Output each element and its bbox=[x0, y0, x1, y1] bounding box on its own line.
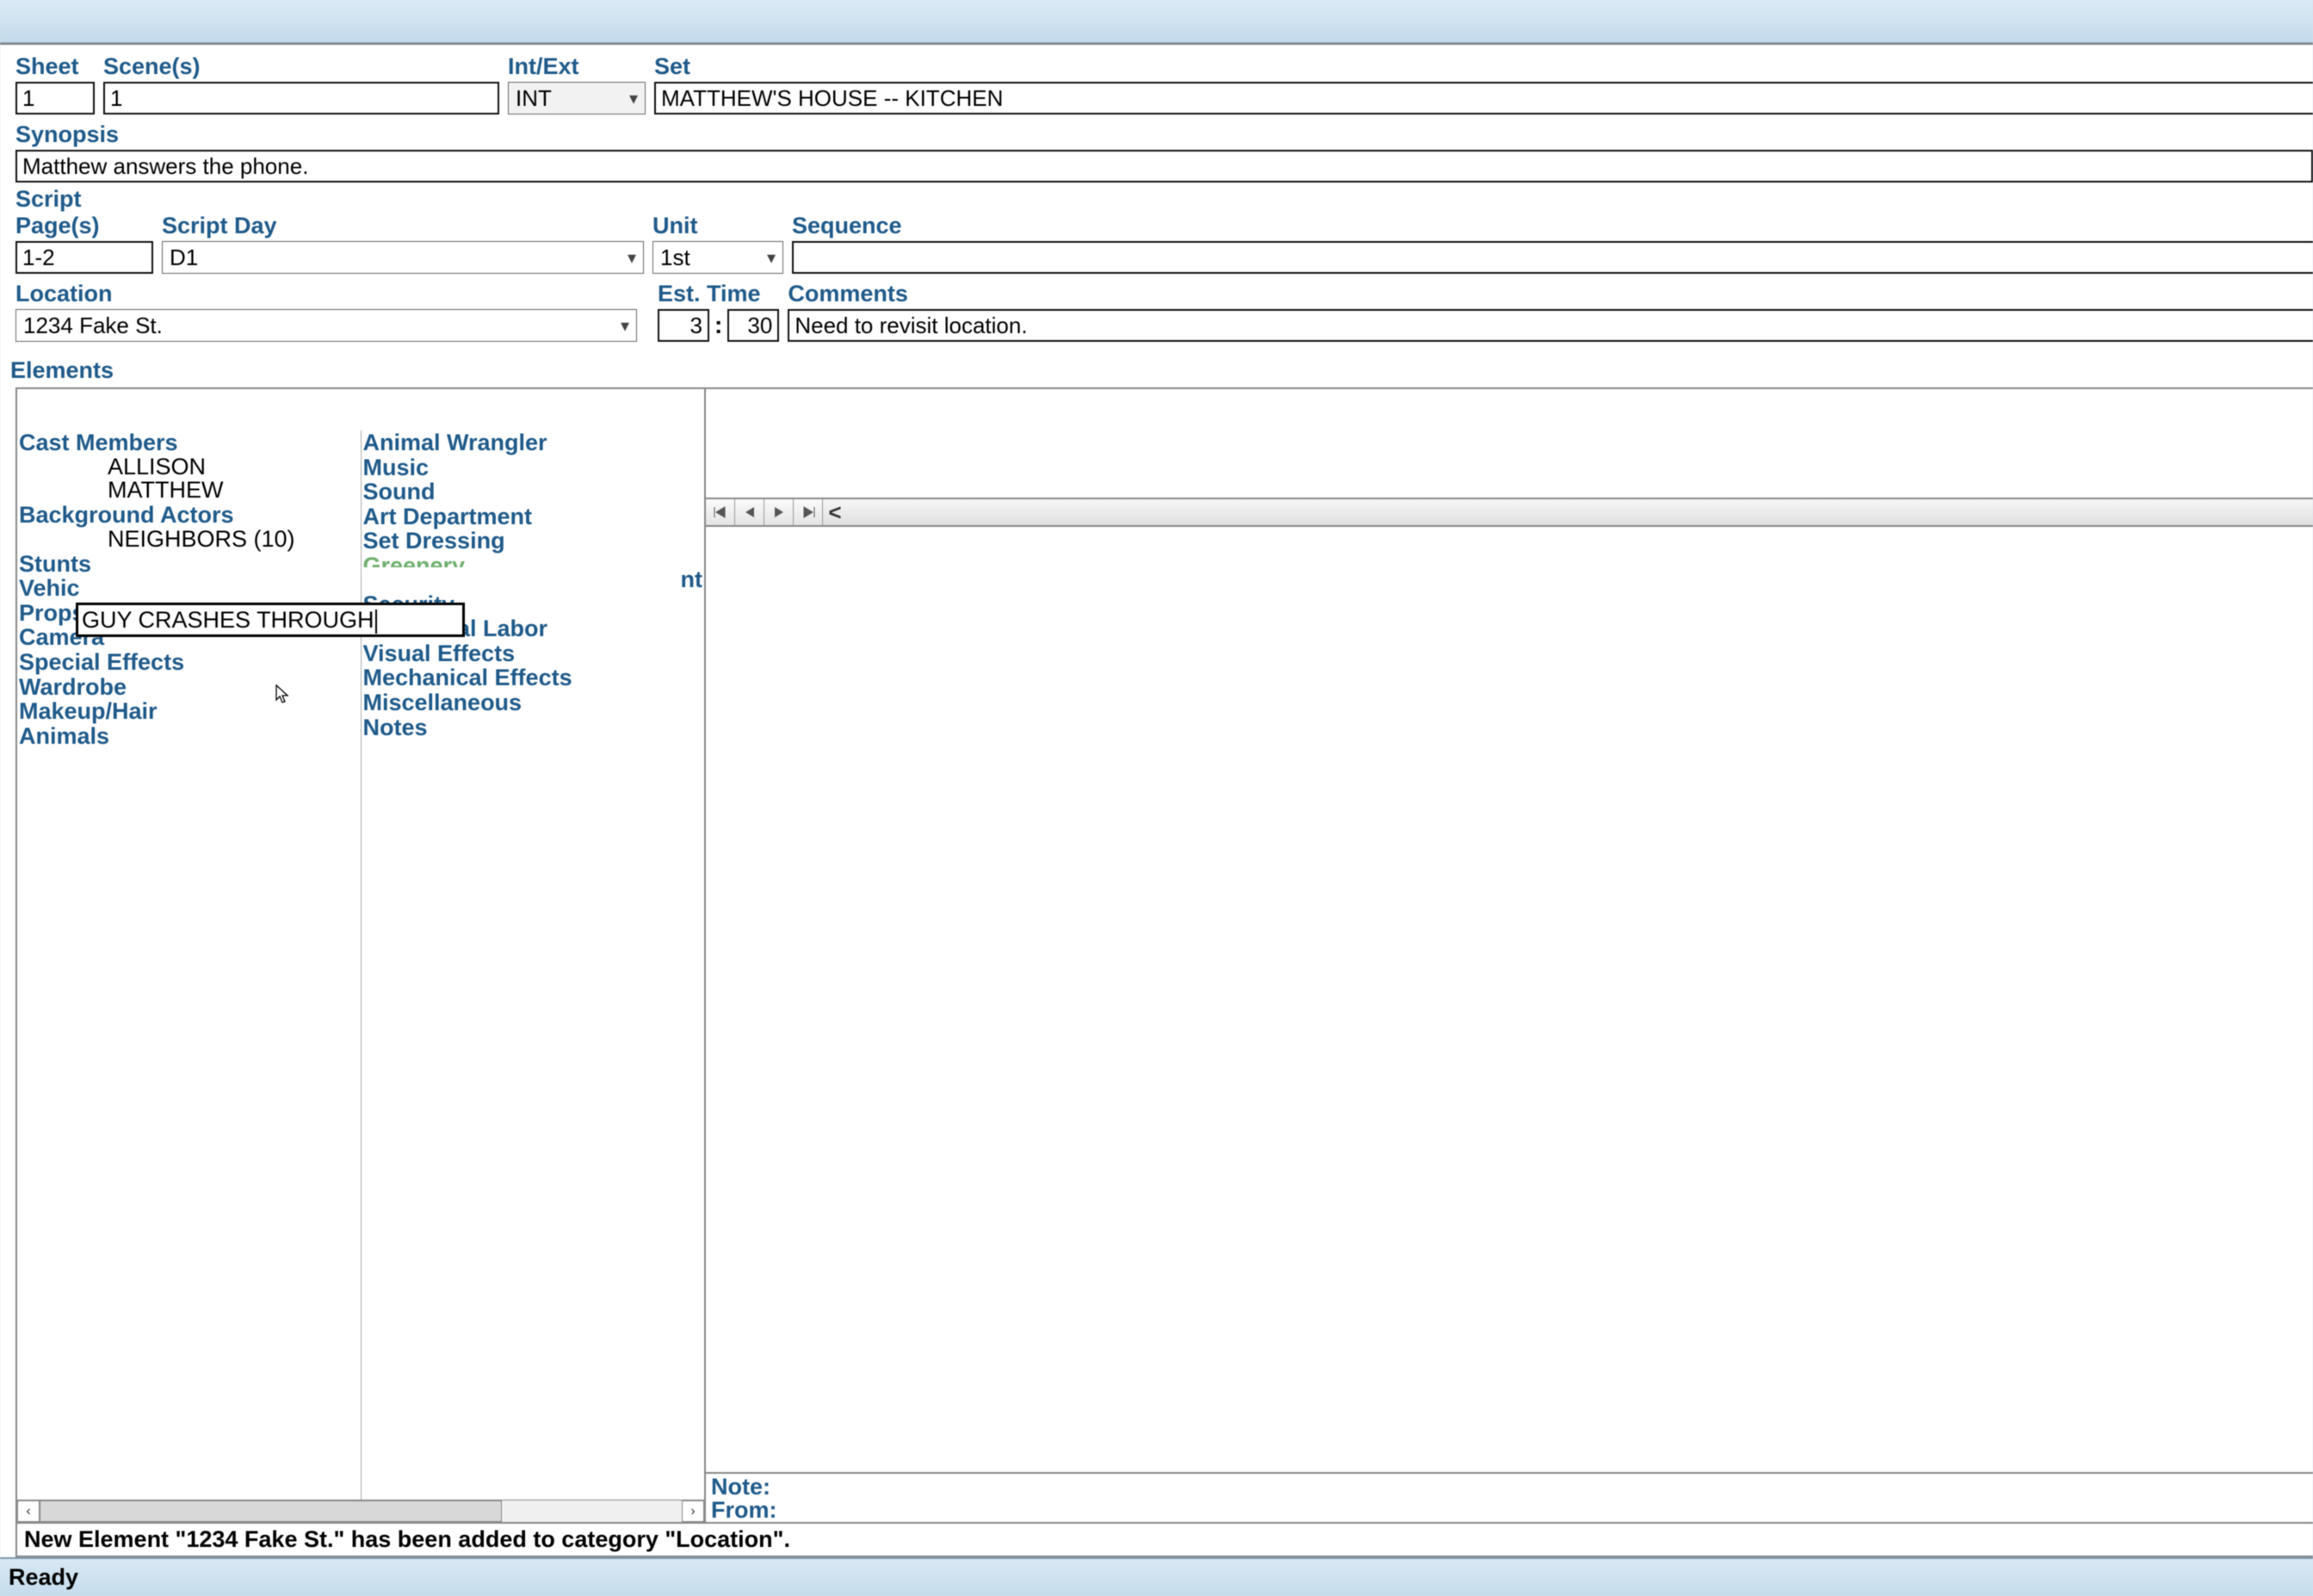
unit-value: 1st bbox=[660, 244, 690, 271]
nav-collapse-icon[interactable]: < bbox=[823, 499, 847, 525]
scroll-right-button[interactable]: › bbox=[682, 1500, 704, 1522]
script-pages-input[interactable] bbox=[15, 241, 153, 274]
location-select[interactable]: 1234 Fake St. ▾ bbox=[15, 309, 637, 342]
message-bar: New Element "1234 Fake St." has been add… bbox=[15, 1522, 2313, 1557]
note-label: Note: bbox=[711, 1475, 2308, 1499]
sheet-label: Sheet bbox=[15, 53, 95, 82]
set-label: Set bbox=[654, 53, 2313, 82]
time-colon: : bbox=[714, 312, 722, 339]
categories-panel: Cast MembersALLISONMATTHEWBackground Act… bbox=[17, 389, 706, 1522]
category-item[interactable]: NEIGHBORS (10) bbox=[17, 528, 361, 552]
category-header[interactable]: Animal Wrangler bbox=[362, 430, 705, 455]
unit-select[interactable]: 1st ▾ bbox=[652, 241, 783, 274]
category-header[interactable]: Wardrobe bbox=[17, 675, 361, 700]
text-caret-icon bbox=[375, 609, 377, 634]
category-item[interactable]: MATTHEW bbox=[17, 479, 361, 503]
script-day-select[interactable]: D1 ▾ bbox=[162, 241, 644, 274]
category-header[interactable]: Vehic bbox=[17, 576, 361, 601]
status-bar: Ready bbox=[0, 1557, 2313, 1596]
category-header[interactable]: Special Effects bbox=[17, 650, 361, 675]
category-header[interactable]: Miscellaneous bbox=[362, 690, 705, 715]
category-header[interactable]: Sound bbox=[362, 479, 705, 504]
categories-hscrollbar[interactable]: ‹ › bbox=[17, 1500, 704, 1522]
category-header-partial[interactable]: nt bbox=[362, 567, 705, 592]
comments-label: Comments bbox=[788, 281, 2313, 309]
nav-first-button[interactable] bbox=[706, 499, 735, 525]
category-header[interactable]: Notes bbox=[362, 715, 705, 740]
location-value: 1234 Fake St. bbox=[23, 312, 163, 339]
from-label: From: bbox=[711, 1499, 2308, 1522]
category-header[interactable]: Background Actors bbox=[17, 503, 361, 528]
scroll-thumb[interactable] bbox=[40, 1500, 502, 1522]
category-header[interactable]: Stunts bbox=[17, 552, 361, 577]
intext-value: INT bbox=[516, 85, 552, 112]
unit-label: Unit bbox=[652, 213, 783, 241]
category-header[interactable]: Art Department bbox=[362, 504, 705, 529]
intext-select[interactable]: INT ▾ bbox=[508, 82, 646, 114]
category-header[interactable]: Music bbox=[362, 455, 705, 480]
detail-nav-bar: < bbox=[706, 499, 2313, 527]
scroll-track[interactable] bbox=[40, 1500, 682, 1522]
sheet-input[interactable] bbox=[15, 82, 95, 114]
detail-body-area bbox=[706, 527, 2313, 1472]
location-label: Location bbox=[15, 281, 637, 309]
scenes-label: Scene(s) bbox=[103, 53, 499, 82]
category-header[interactable]: Mechanical Effects bbox=[362, 665, 705, 690]
category-header[interactable]: Cast Members bbox=[17, 430, 361, 455]
elements-area: Cast MembersALLISONMATTHEWBackground Act… bbox=[15, 387, 2313, 1524]
chevron-down-icon: ▾ bbox=[628, 247, 636, 269]
category-header[interactable]: Visual Effects bbox=[362, 641, 705, 666]
stunts-inline-editor[interactable]: GUY CRASHES THROUGH bbox=[76, 603, 465, 637]
window-titlebar bbox=[0, 0, 2313, 43]
script-pages-label: Script Page(s) bbox=[15, 186, 153, 241]
nav-last-button[interactable] bbox=[794, 499, 823, 525]
stunts-editor-value: GUY CRASHES THROUGH bbox=[82, 607, 374, 633]
chevron-down-icon: ▾ bbox=[767, 247, 776, 269]
script-day-value: D1 bbox=[170, 244, 198, 271]
scenes-input[interactable] bbox=[103, 82, 499, 114]
element-detail-panel: < Note: From: bbox=[706, 389, 2313, 1522]
scroll-left-button[interactable]: ‹ bbox=[17, 1500, 40, 1522]
elements-label: Elements bbox=[10, 357, 2313, 386]
comments-input[interactable] bbox=[788, 309, 2313, 342]
intext-label: Int/Ext bbox=[508, 53, 646, 82]
nav-prev-button[interactable] bbox=[735, 499, 764, 525]
chevron-down-icon: ▾ bbox=[621, 315, 629, 337]
category-item[interactable]: ALLISON bbox=[17, 455, 361, 479]
category-header[interactable]: Set Dressing bbox=[362, 529, 705, 554]
script-day-label: Script Day bbox=[162, 213, 644, 241]
category-header[interactable]: Makeup/Hair bbox=[17, 699, 361, 724]
synopsis-input[interactable] bbox=[15, 150, 2313, 182]
detail-preview-area bbox=[706, 389, 2313, 499]
est-time-mins-input[interactable] bbox=[727, 309, 779, 342]
sequence-input[interactable] bbox=[792, 241, 2313, 274]
est-time-hours-input[interactable] bbox=[658, 309, 709, 342]
category-header[interactable]: Greenery bbox=[362, 554, 705, 567]
sequence-label: Sequence bbox=[792, 213, 2313, 241]
category-header[interactable]: Animals bbox=[17, 724, 361, 749]
set-input[interactable] bbox=[654, 82, 2313, 114]
est-time-label: Est. Time bbox=[658, 281, 779, 309]
chevron-down-icon: ▾ bbox=[629, 88, 638, 109]
synopsis-label: Synopsis bbox=[15, 121, 2313, 150]
nav-next-button[interactable] bbox=[764, 499, 794, 525]
